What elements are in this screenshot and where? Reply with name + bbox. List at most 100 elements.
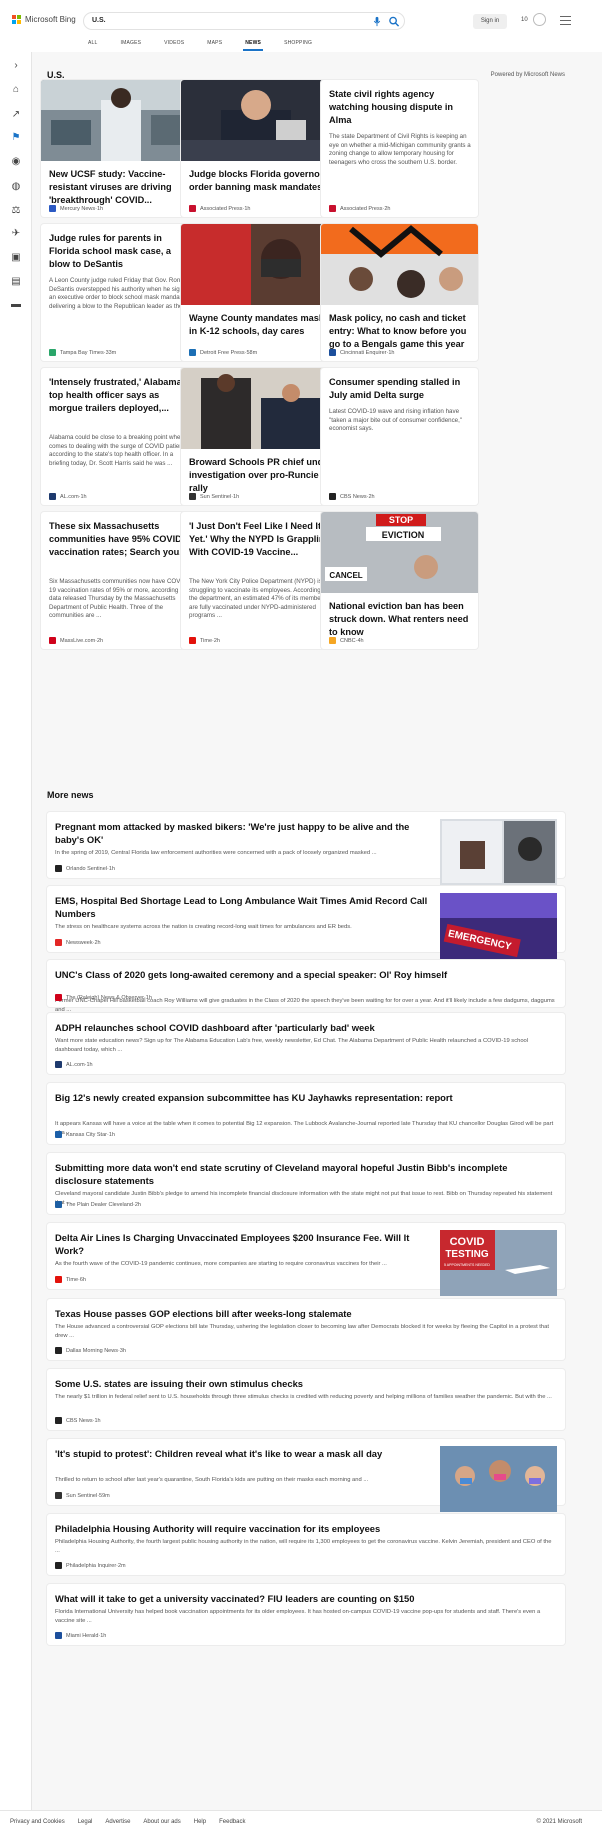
- more-news-title[interactable]: Some U.S. states are issuing their own s…: [55, 1377, 555, 1390]
- footer-link[interactable]: Feedback: [219, 1819, 245, 1825]
- more-news-title[interactable]: ADPH relaunches school COVID dashboard a…: [55, 1021, 555, 1034]
- sign-in-button[interactable]: Sign in: [473, 14, 507, 29]
- home-icon[interactable]: ⌂: [10, 84, 22, 96]
- news-card-image[interactable]: [181, 224, 338, 305]
- news-card-title[interactable]: Judge blocks Florida governor's order ba…: [189, 168, 332, 194]
- tab-videos[interactable]: VIDEOS: [164, 40, 184, 46]
- news-card[interactable]: 'I Just Don't Feel Like I Need It Yet.' …: [181, 512, 338, 649]
- news-card[interactable]: Broward Schools PR chief under investiga…: [181, 368, 338, 505]
- more-news-item[interactable]: UNC's Class of 2020 gets long-awaited ce…: [47, 960, 565, 1013]
- news-card-title[interactable]: Consumer spending stalled in July amid D…: [329, 376, 472, 402]
- news-card-source[interactable]: Sun Sentinel · 1h: [189, 493, 239, 500]
- more-news-title[interactable]: Texas House passes GOP elections bill af…: [55, 1307, 555, 1320]
- news-card-title[interactable]: Mask policy, no cash and ticket entry: W…: [329, 312, 472, 351]
- more-news-title[interactable]: Philadelphia Housing Authority will requ…: [55, 1522, 555, 1535]
- more-news-source[interactable]: Orlando Sentinel · 1h: [55, 865, 115, 872]
- footer-link[interactable]: Help: [194, 1819, 206, 1825]
- footer-link[interactable]: About our ads: [143, 1819, 180, 1825]
- footer-link[interactable]: Legal: [78, 1819, 93, 1825]
- news-card-source[interactable]: Time · 2h: [189, 637, 220, 644]
- footer-link[interactable]: Privacy and Cookies: [10, 1819, 65, 1825]
- tab-maps[interactable]: MAPS: [207, 40, 222, 46]
- rewards-trophy-icon[interactable]: [533, 13, 546, 26]
- news-card-source[interactable]: Tampa Bay Times · 33m: [49, 349, 116, 356]
- more-news-source[interactable]: Sun Sentinel · 59m: [55, 1492, 110, 1499]
- trending-icon[interactable]: ↗: [10, 109, 22, 121]
- more-news-item[interactable]: 'It's stupid to protest': Children revea…: [47, 1439, 565, 1512]
- more-news-title[interactable]: What will it take to get a university va…: [55, 1592, 555, 1605]
- news-card[interactable]: 'Intensely frustrated,' Alabama's top he…: [41, 368, 198, 505]
- tab-shopping[interactable]: SHOPPING: [284, 40, 312, 46]
- news-card[interactable]: STOP EVICTION CANCEL National eviction ban …: [321, 512, 478, 649]
- search-input[interactable]: U.S.: [92, 17, 106, 24]
- news-card[interactable]: Consumer spending stalled in July amid D…: [321, 368, 478, 505]
- more-news-title[interactable]: Delta Air Lines Is Charging Unvaccinated…: [55, 1231, 435, 1257]
- news-card-title[interactable]: National eviction ban has been struck do…: [329, 600, 472, 639]
- tab-all[interactable]: ALL: [88, 40, 98, 46]
- more-news-item[interactable]: Philadelphia Housing Authority will requ…: [47, 1514, 565, 1575]
- more-news-thumbnail[interactable]: [440, 1446, 557, 1512]
- bank-icon[interactable]: ▤: [10, 276, 22, 288]
- globe-icon[interactable]: ◍: [10, 181, 22, 193]
- more-news-source[interactable]: The Plain Dealer Cleveland · 2h: [55, 1201, 141, 1208]
- more-news-title[interactable]: UNC's Class of 2020 gets long-awaited ce…: [55, 968, 555, 981]
- news-card[interactable]: These six Massachusetts communities have…: [41, 512, 198, 649]
- news-card[interactable]: Wayne County mandates masks in K-12 scho…: [181, 224, 338, 361]
- news-card[interactable]: Mask policy, no cash and ticket entry: W…: [321, 224, 478, 361]
- news-card[interactable]: Judge blocks Florida governor's order ba…: [181, 80, 338, 217]
- flag-icon[interactable]: ⚑: [10, 132, 22, 144]
- more-news-source[interactable]: The (Raleigh) News & Observer · 1h: [55, 994, 152, 1001]
- search-icon[interactable]: [388, 16, 400, 27]
- news-card-title[interactable]: State civil rights agency watching housi…: [329, 88, 472, 127]
- news-card[interactable]: State civil rights agency watching housi…: [321, 80, 478, 217]
- microphone-icon[interactable]: [371, 16, 383, 27]
- news-card-title[interactable]: Wayne County mandates masks in K-12 scho…: [189, 312, 332, 338]
- news-card-image[interactable]: STOP EVICTION CANCEL: [321, 512, 478, 593]
- news-card-title[interactable]: Judge rules for parents in Florida schoo…: [49, 232, 192, 271]
- hamburger-menu-icon[interactable]: [560, 16, 571, 25]
- more-news-item[interactable]: ADPH relaunches school COVID dashboard a…: [47, 1013, 565, 1074]
- more-news-item[interactable]: EMS, Hospital Bed Shortage Lead to Long …: [47, 886, 565, 959]
- scales-icon[interactable]: ⚖: [10, 205, 22, 217]
- more-news-source[interactable]: CBS News · 1h: [55, 1417, 101, 1424]
- news-card-title[interactable]: 'I Just Don't Feel Like I Need It Yet.' …: [189, 520, 332, 559]
- more-news-item[interactable]: Some U.S. states are issuing their own s…: [47, 1369, 565, 1430]
- news-card-source[interactable]: CNBC · 4h: [329, 637, 364, 644]
- more-news-title[interactable]: 'It's stupid to protest': Children revea…: [55, 1447, 435, 1460]
- news-card-title[interactable]: These six Massachusetts communities have…: [49, 520, 192, 559]
- more-news-thumbnail[interactable]: [440, 819, 557, 885]
- more-news-title[interactable]: Pregnant mom attacked by masked bikers: …: [55, 820, 435, 846]
- bing-logo[interactable]: Microsoft Bing: [12, 15, 76, 24]
- news-card-source[interactable]: Cincinnati Enquirer · 1h: [329, 349, 394, 356]
- news-card-title[interactable]: New UCSF study: Vaccine-resistant viruse…: [49, 168, 192, 207]
- news-card-source[interactable]: MassLive.com · 2h: [49, 637, 103, 644]
- more-news-source[interactable]: Miami Herald · 1h: [55, 1632, 106, 1639]
- news-card-source[interactable]: CBS News · 2h: [329, 493, 375, 500]
- more-news-item[interactable]: Big 12's newly created expansion subcomm…: [47, 1083, 565, 1144]
- tab-images[interactable]: IMAGES: [121, 40, 142, 46]
- more-news-source[interactable]: Dallas Morning News · 3h: [55, 1347, 126, 1354]
- more-news-title[interactable]: Submitting more data won't end state scr…: [55, 1161, 555, 1187]
- expand-arrow-icon[interactable]: ›: [10, 60, 22, 72]
- news-card[interactable]: Judge rules for parents in Florida schoo…: [41, 224, 198, 361]
- location-icon[interactable]: ◉: [10, 156, 22, 168]
- more-news-source[interactable]: Philadelphia Inquirer · 2m: [55, 1562, 126, 1569]
- more-news-item[interactable]: Delta Air Lines Is Charging Unvaccinated…: [47, 1223, 565, 1296]
- news-card-source[interactable]: Mercury News · 1h: [49, 205, 103, 212]
- more-news-item[interactable]: Submitting more data won't end state scr…: [47, 1153, 565, 1214]
- more-news-thumbnail[interactable]: COVID TESTING 5 APPOINTMENTS NEEDED: [440, 1230, 557, 1296]
- news-card-image[interactable]: [181, 368, 338, 449]
- news-card-title[interactable]: 'Intensely frustrated,' Alabama's top he…: [49, 376, 192, 415]
- rewards-points[interactable]: 10: [521, 17, 528, 23]
- more-news-thumbnail[interactable]: EMERGENCY: [440, 893, 557, 959]
- more-news-title[interactable]: EMS, Hospital Bed Shortage Lead to Long …: [55, 894, 435, 920]
- news-card-image[interactable]: [321, 224, 478, 305]
- more-news-item[interactable]: What will it take to get a university va…: [47, 1584, 565, 1645]
- news-card-source[interactable]: Detroit Free Press · 58m: [189, 349, 257, 356]
- footer-link[interactable]: Advertise: [105, 1819, 130, 1825]
- news-card-source[interactable]: Associated Press · 1h: [189, 205, 250, 212]
- more-news-source[interactable]: Kansas City Star · 1h: [55, 1131, 115, 1138]
- news-card-image[interactable]: [181, 80, 338, 161]
- search-box[interactable]: U.S.: [83, 12, 405, 30]
- film-icon[interactable]: ▣: [10, 252, 22, 264]
